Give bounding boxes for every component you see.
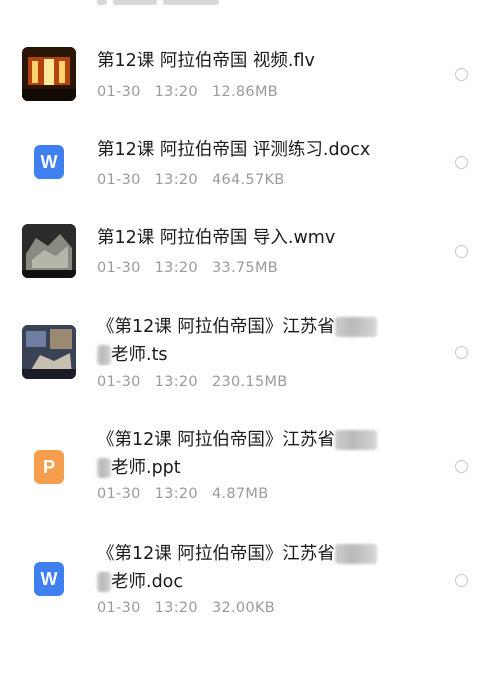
file-row-2[interactable]: W 第12课 阿拉伯帝国 评测练习.docx 01-30 13:20 464.57K…	[0, 128, 500, 208]
file-size: 32.00KB	[211, 600, 276, 616]
file-time: 13:20	[154, 260, 198, 276]
file-meta: 01-30 13:20 12.86MB	[97, 84, 292, 100]
video-thumbnail	[22, 224, 76, 278]
file-time: 13:20	[154, 486, 198, 502]
file-size: 12.86MB	[211, 84, 279, 100]
file-time: 13:20	[154, 172, 198, 188]
select-radio[interactable]	[455, 245, 468, 258]
file-meta: 01-30 13:20 230.15MB	[97, 374, 302, 390]
file-size: 33.75MB	[211, 260, 279, 276]
file-time: 13:20	[154, 600, 198, 616]
file-time: 13:20	[154, 374, 198, 390]
redacted-text	[334, 430, 377, 450]
file-date: 01-30	[97, 260, 141, 276]
file-size: 4.87MB	[211, 486, 269, 502]
file-name-line2: 老师.ppt	[97, 454, 440, 483]
select-radio[interactable]	[455, 68, 468, 81]
file-size: 230.15MB	[211, 374, 288, 390]
file-row-4[interactable]: 《第12课 阿拉伯帝国》江苏省 老师.ts 01-30 13:20 230.15MB	[0, 310, 500, 400]
file-row-1[interactable]: 第12课 阿拉伯帝国 视频.flv 01-30 13:20 12.86MB	[0, 40, 500, 120]
file-row-5[interactable]: P 《第12课 阿拉伯帝国》江苏省 老师.ppt 01-30 13:20 4.87M…	[0, 424, 500, 514]
word-icon: W	[34, 145, 64, 179]
file-name: 《第12课 阿拉伯帝国》江苏省	[97, 313, 440, 342]
redacted-text	[97, 345, 111, 365]
file-meta: 01-30 13:20 33.75MB	[97, 260, 292, 276]
file-date: 01-30	[97, 374, 141, 390]
file-name-line2: 老师.doc	[97, 568, 440, 597]
file-time: 13:20	[154, 84, 198, 100]
redacted-text	[97, 572, 111, 592]
file-name: 《第12课 阿拉伯帝国》江苏省	[97, 540, 440, 569]
video-thumbnail	[22, 47, 76, 101]
file-date: 01-30	[97, 486, 141, 502]
redacted-text	[97, 458, 111, 478]
select-radio[interactable]	[455, 574, 468, 587]
file-date: 01-30	[97, 172, 141, 188]
file-name: 《第12课 阿拉伯帝国》江苏省	[97, 426, 440, 455]
file-name: 第12课 阿拉伯帝国 导入.wmv	[97, 228, 336, 248]
file-name: 第12课 阿拉伯帝国 视频.flv	[97, 51, 315, 71]
select-radio[interactable]	[455, 156, 468, 169]
select-radio[interactable]	[455, 460, 468, 473]
file-size: 464.57KB	[211, 172, 285, 188]
file-row-3[interactable]: 第12课 阿拉伯帝国 导入.wmv 01-30 13:20 33.75MB	[0, 218, 500, 298]
file-name: 第12课 阿拉伯帝国 评测练习.docx	[97, 140, 371, 160]
file-meta: 01-30 13:20 4.87MB	[97, 486, 282, 502]
file-date: 01-30	[97, 84, 141, 100]
file-row-6[interactable]: W 《第12课 阿拉伯帝国》江苏省 老师.doc 01-30 13:20 32.00…	[0, 538, 500, 628]
redacted-text	[334, 317, 377, 337]
word-icon: W	[34, 562, 64, 596]
file-meta: 01-30 13:20 464.57KB	[97, 172, 299, 188]
redacted-text	[334, 544, 377, 564]
select-radio[interactable]	[455, 346, 468, 359]
powerpoint-icon: P	[34, 450, 64, 484]
file-date: 01-30	[97, 600, 141, 616]
file-name-line2: 老师.ts	[97, 341, 440, 370]
file-meta: 01-30 13:20 32.00KB	[97, 600, 289, 616]
video-thumbnail	[22, 325, 76, 379]
previous-item-cutoff	[97, 0, 227, 6]
